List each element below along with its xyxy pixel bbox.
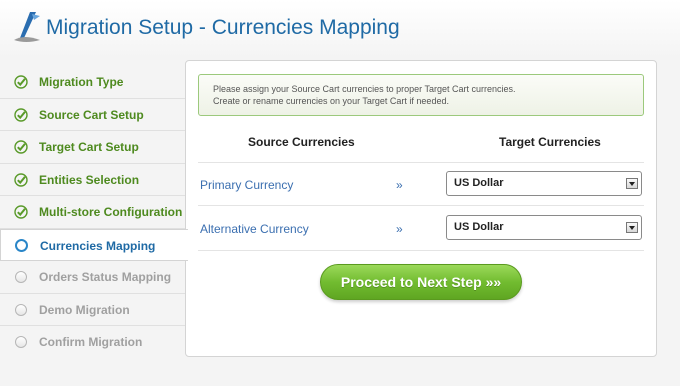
proceed-next-step-button[interactable]: Proceed to Next Step »» [320,264,522,300]
steps-sidebar: Migration Type Source Cart Setup Target … [0,66,188,359]
step-label: Multi-store Configuration [39,205,183,219]
mapping-arrow: » [396,178,403,192]
divider [198,205,644,206]
page-header: Migration Setup - Currencies Mapping [0,0,680,58]
target-currency-select[interactable]: US Dollar [446,215,642,240]
currencies-mapping-panel: Please assign your Source Cart currencie… [185,60,657,357]
app-logo-icon [14,12,40,42]
source-currencies-header: Source Currencies [248,135,355,149]
source-currency-label: Primary Currency [200,178,294,192]
divider [198,162,644,163]
step-multi-store-configuration[interactable]: Multi-store Configuration [0,196,186,229]
step-target-cart-setup[interactable]: Target Cart Setup [0,131,186,164]
step-label: Confirm Migration [39,335,143,349]
step-source-cart-setup[interactable]: Source Cart Setup [0,99,186,131]
page-title: Migration Setup - Currencies Mapping [46,16,400,39]
info-notice: Please assign your Source Cart currencie… [198,74,644,116]
target-currency-select[interactable]: US Dollar [446,171,642,196]
step-label: Entities Selection [39,172,140,187]
step-label: Migration Type [39,75,124,89]
step-label: Orders Status Mapping [39,270,172,284]
pending-step-circle-icon [14,270,28,284]
dropdown-arrow-icon [626,222,638,233]
active-step-circle-icon [15,238,29,253]
notice-line: Please assign your Source Cart currencie… [213,84,516,94]
divider [198,250,644,251]
step-label: Source Cart Setup [39,107,144,122]
check-icon [14,107,28,122]
step-entities-selection[interactable]: Entities Selection [0,164,186,196]
notice-line: Create or rename currencies on your Targ… [213,96,449,106]
pending-step-circle-icon [14,303,28,317]
step-orders-status-mapping[interactable]: Orders Status Mapping [0,261,186,294]
pending-step-circle-icon [14,335,28,349]
step-label: Demo Migration [39,302,130,317]
step-demo-migration[interactable]: Demo Migration [0,294,186,326]
selected-value: US Dollar [454,177,504,189]
step-currencies-mapping[interactable]: Currencies Mapping [0,228,188,261]
step-label: Currencies Mapping [40,238,156,253]
check-icon [14,172,28,187]
target-currencies-header: Target Currencies [499,135,601,149]
step-label: Target Cart Setup [39,140,139,154]
dropdown-arrow-icon [626,178,638,189]
check-icon [14,205,28,219]
check-icon [14,140,28,154]
mapping-arrow: » [396,222,403,236]
selected-value: US Dollar [454,221,504,233]
check-icon [14,75,28,89]
step-confirm-migration[interactable]: Confirm Migration [0,326,186,359]
source-currency-label: Alternative Currency [200,222,309,236]
step-migration-type[interactable]: Migration Type [0,66,186,99]
